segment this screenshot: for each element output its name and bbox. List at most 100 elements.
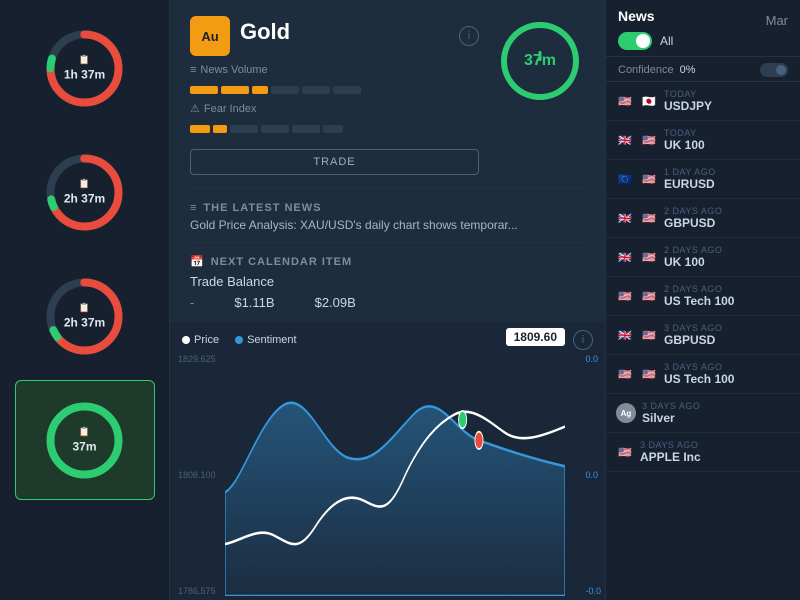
news-item-info-8: 3 DAYS AGO Silver: [642, 401, 790, 425]
divider-2: [190, 242, 585, 243]
news-time-0: TODAY: [664, 89, 790, 99]
gold-title: Gold: [240, 19, 290, 45]
all-toggle[interactable]: [618, 32, 652, 50]
circle-card-4[interactable]: 📋 37m: [15, 380, 155, 500]
news-item-2[interactable]: 🇪🇺 🇺🇸 1 DAY AGO EURUSD: [606, 160, 800, 199]
news-headline: Gold Price Analysis: XAU/USD's daily cha…: [190, 218, 585, 232]
latest-news-section: ≡ THE LATEST NEWS Gold Price Analysis: X…: [170, 192, 605, 238]
news-item-info-4: 2 DAYS AGO UK 100: [664, 245, 790, 269]
confidence-row: Confidence 0%: [606, 57, 800, 82]
flag-us-1: 🇺🇸: [640, 134, 658, 146]
card4-icon: 📋: [79, 427, 90, 438]
news-bar-gray-2: [302, 86, 330, 94]
confidence-slider[interactable]: [760, 63, 788, 77]
circle-card-2[interactable]: 📋 2h 37m: [15, 132, 155, 252]
balance-val-1: $1.11B: [234, 295, 274, 310]
timer-circle: 37m: [495, 16, 585, 106]
flag-us-3: 🇺🇸: [640, 212, 658, 224]
news-time-4: 2 DAYS AGO: [664, 245, 790, 255]
y-label-mid: 1808.100: [178, 470, 216, 480]
sentiment-legend-label: Sentiment: [247, 334, 297, 346]
news-item-info-1: TODAY UK 100: [664, 128, 790, 152]
flag-us-5a: 🇺🇸: [616, 290, 634, 302]
trade-button[interactable]: TRADE: [190, 149, 479, 175]
news-item-6[interactable]: 🇬🇧 🇺🇸 3 DAYS AGO GBPUSD: [606, 316, 800, 355]
news-name-5: US Tech 100: [664, 294, 790, 308]
right-sidebar: News Mar All Confidence 0% 🇺🇸 🇯🇵 TODAY U…: [605, 0, 800, 600]
right-axis: 0.0 0.0 -0.0: [585, 354, 601, 596]
news-time-5: 2 DAYS AGO: [664, 284, 790, 294]
r-label-top: 0.0: [585, 354, 601, 364]
card1-icon: 📋: [79, 55, 90, 66]
filter-row: All: [618, 32, 788, 50]
flag-eu-2: 🇪🇺: [616, 173, 634, 185]
news-panel-title: News: [618, 8, 655, 24]
calendar-section-title: NEXT CALENDAR ITEM: [211, 256, 352, 268]
confidence-label: Confidence: [618, 64, 674, 76]
news-name-7: US Tech 100: [664, 372, 790, 386]
news-vol-label: News Volume: [200, 64, 267, 76]
flag-us-7a: 🇺🇸: [616, 368, 634, 380]
news-name-8: Silver: [642, 411, 790, 425]
news-time-8: 3 DAYS AGO: [642, 401, 790, 411]
calendar-section: 📅 NEXT CALENDAR ITEM Trade Balance - $1.…: [170, 247, 605, 318]
news-name-0: USDJPY: [664, 99, 790, 113]
news-name-4: UK 100: [664, 255, 790, 269]
flag-us-0: 🇺🇸: [616, 95, 634, 107]
news-time-3: 2 DAYS AGO: [664, 206, 790, 216]
news-time-7: 3 DAYS AGO: [664, 362, 790, 372]
price-dot: [182, 336, 190, 344]
price-legend: Price: [182, 334, 219, 346]
news-time-1: TODAY: [664, 128, 790, 138]
news-item-1[interactable]: 🇬🇧 🇺🇸 TODAY UK 100: [606, 121, 800, 160]
fear-index-row: ⚠ Fear Index: [190, 102, 479, 115]
news-name-9: APPLE Inc: [640, 450, 790, 464]
flag-us-9: 🇺🇸: [616, 446, 634, 458]
news-item-info-9: 3 DAYS AGO APPLE Inc: [640, 440, 790, 464]
news-item-5[interactable]: 🇺🇸 🇺🇸 2 DAYS AGO US Tech 100: [606, 277, 800, 316]
card2-time: 2h 37m: [64, 192, 105, 206]
flag-gb-3: 🇬🇧: [616, 212, 634, 224]
timer-label: 37m: [524, 52, 556, 70]
circle-card-3[interactable]: 📋 2h 37m: [15, 256, 155, 376]
news-section-icon: ≡: [190, 202, 197, 214]
donut-3: 📋 2h 37m: [42, 274, 127, 359]
flag-gb-4: 🇬🇧: [616, 251, 634, 263]
circle-card-1[interactable]: 📋 1h 37m: [15, 8, 155, 128]
news-bar-gold-3: [252, 86, 268, 94]
trade-balance-label: Trade Balance: [190, 274, 585, 289]
flag-us-6: 🇺🇸: [640, 329, 658, 341]
balance-dash: -: [190, 295, 194, 310]
news-name-1: UK 100: [664, 138, 790, 152]
flag-us-4: 🇺🇸: [640, 251, 658, 263]
filter-all-label: All: [660, 34, 673, 48]
news-section-title: THE LATEST NEWS: [203, 202, 321, 214]
left-sidebar: 📋 1h 37m 📋 2h 37m: [0, 0, 170, 600]
chart-info-icon[interactable]: i: [573, 330, 593, 350]
donut-1: 📋 1h 37m: [42, 26, 127, 111]
news-item-info-0: TODAY USDJPY: [664, 89, 790, 113]
news-item-0[interactable]: 🇺🇸 🇯🇵 TODAY USDJPY: [606, 82, 800, 121]
news-vol-icon: ≡: [190, 64, 196, 76]
news-item-8[interactable]: Ag 3 DAYS AGO Silver: [606, 394, 800, 433]
news-item-9[interactable]: 🇺🇸 3 DAYS AGO APPLE Inc: [606, 433, 800, 472]
card2-icon: 📋: [79, 179, 90, 190]
news-item-3[interactable]: 🇬🇧 🇺🇸 2 DAYS AGO GBPUSD: [606, 199, 800, 238]
news-volume-row: ≡ News Volume: [190, 64, 479, 76]
gold-header: Au Gold i ≡ News Volume ⚠: [170, 0, 605, 183]
news-item-4[interactable]: 🇬🇧 🇺🇸 2 DAYS AGO UK 100: [606, 238, 800, 277]
sentiment-legend: Sentiment: [235, 334, 297, 346]
fear-bar-gray-1: [230, 125, 258, 133]
news-item-info-7: 3 DAYS AGO US Tech 100: [664, 362, 790, 386]
info-icon[interactable]: i: [459, 26, 479, 46]
fear-label: Fear Index: [204, 103, 257, 115]
chart-price-badge: 1809.60: [506, 328, 565, 346]
chart-y-labels: 1829.625 1808.100 1786.575: [178, 354, 216, 596]
news-panel-header: News Mar All: [606, 0, 800, 57]
sentiment-area: [225, 403, 565, 596]
donut-2: 📋 2h 37m: [42, 150, 127, 235]
news-item-7[interactable]: 🇺🇸 🇺🇸 3 DAYS AGO US Tech 100: [606, 355, 800, 394]
price-marker-red: [475, 432, 483, 449]
main-content: Au Gold i ≡ News Volume ⚠: [170, 0, 605, 600]
card3-icon: 📋: [79, 303, 90, 314]
